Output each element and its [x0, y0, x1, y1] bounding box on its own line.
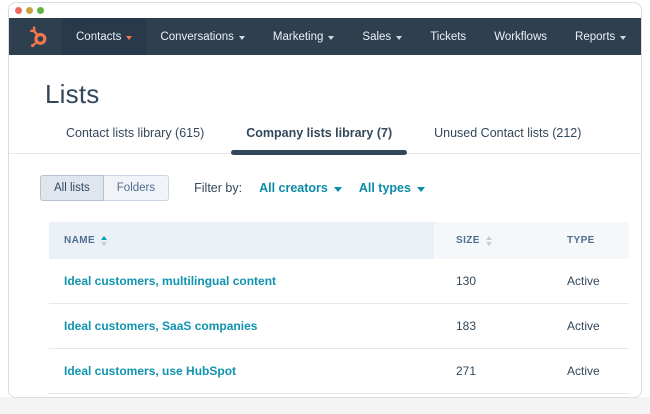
column-header-name[interactable]: NAME: [49, 222, 434, 259]
lists-table: NAME SIZE TYPE Ideal customers, multilin…: [49, 222, 629, 394]
list-size-value: 183: [434, 319, 544, 333]
chevron-down-icon: [328, 36, 334, 40]
nav-item-label: Marketing: [273, 31, 324, 43]
chevron-down-icon: [334, 187, 342, 192]
tab-bar: Contact lists library (615) Company list…: [9, 126, 641, 153]
table-header-row: NAME SIZE TYPE: [49, 222, 629, 259]
traffic-light-close-icon[interactable]: [15, 7, 22, 14]
column-header-label: TYPE: [567, 235, 595, 246]
chevron-down-icon: [396, 36, 402, 40]
list-name-link[interactable]: Ideal customers, SaaS companies: [49, 319, 434, 333]
table-row: Ideal customers, SaaS companies 183 Acti…: [49, 304, 629, 349]
nav-item-conversations[interactable]: Conversations: [146, 18, 259, 55]
column-header-label: NAME: [64, 235, 95, 246]
column-header-label: SIZE: [456, 235, 480, 246]
hubspot-logo[interactable]: [25, 18, 50, 55]
all-lists-toggle-button[interactable]: All lists: [40, 175, 104, 201]
chevron-down-icon: [417, 187, 425, 192]
list-size-value: 130: [434, 274, 544, 288]
all-creators-dropdown[interactable]: All creators: [259, 181, 342, 195]
table-row: Ideal customers, multilingual content 13…: [49, 259, 629, 304]
list-type-value: Active: [544, 274, 629, 288]
table-row: Ideal customers, use HubSpot 271 Active: [49, 349, 629, 394]
list-toolbar: All lists Folders Filter by: All creator…: [40, 175, 641, 201]
view-toggle-group: All lists Folders: [40, 175, 169, 201]
nav-item-tickets[interactable]: Tickets: [416, 18, 480, 55]
folders-toggle-button[interactable]: Folders: [104, 175, 169, 201]
list-size-value: 271: [434, 364, 544, 378]
nav-item-sales[interactable]: Sales: [348, 18, 416, 55]
nav-item-reports[interactable]: Reports: [561, 18, 640, 55]
sort-arrows-icon[interactable]: [486, 236, 492, 246]
nav-item-label: Workflows: [494, 31, 547, 43]
nav-item-marketing[interactable]: Marketing: [259, 18, 349, 55]
traffic-light-zoom-icon[interactable]: [37, 7, 44, 14]
tab-unused-contact-lists[interactable]: Unused Contact lists (212): [434, 126, 581, 153]
nav-item-label: Sales: [362, 31, 391, 43]
sort-arrows-icon[interactable]: [101, 236, 107, 246]
top-navbar: Contacts Conversations Marketing Sales T…: [9, 18, 641, 55]
page-title: Lists: [45, 79, 641, 110]
list-name-link[interactable]: Ideal customers, multilingual content: [49, 274, 434, 288]
sort-desc-icon: [486, 242, 492, 246]
nav-item-label: Reports: [575, 31, 615, 43]
all-types-dropdown[interactable]: All types: [359, 181, 425, 195]
chevron-down-icon: [239, 36, 245, 40]
nav-item-workflows[interactable]: Workflows: [480, 18, 561, 55]
window-titlebar: [9, 3, 641, 18]
filter-by-label: Filter by:: [194, 181, 242, 195]
list-type-value: Active: [544, 319, 629, 333]
traffic-light-minimize-icon[interactable]: [26, 7, 33, 14]
chevron-down-icon: [126, 36, 132, 40]
all-types-dropdown-value: All types: [359, 181, 411, 195]
sort-asc-icon: [101, 236, 107, 240]
list-type-value: Active: [544, 364, 629, 378]
sort-asc-icon: [486, 236, 492, 240]
nav-item-contacts[interactable]: Contacts: [62, 18, 146, 55]
nav-item-label: Contacts: [76, 31, 121, 43]
chevron-down-icon: [620, 36, 626, 40]
nav-item-label: Tickets: [430, 31, 466, 43]
sort-desc-icon: [101, 242, 107, 246]
list-name-link[interactable]: Ideal customers, use HubSpot: [49, 364, 434, 378]
tab-company-lists-library[interactable]: Company lists library (7): [246, 126, 392, 153]
browser-window: Contacts Conversations Marketing Sales T…: [8, 2, 642, 398]
page-background-strip: [0, 397, 650, 414]
column-header-size[interactable]: SIZE: [434, 222, 544, 259]
hubspot-sprocket-icon: [25, 24, 50, 49]
nav-item-label: Conversations: [160, 31, 234, 43]
tab-contact-lists-library[interactable]: Contact lists library (615): [66, 126, 204, 153]
column-header-type[interactable]: TYPE: [544, 222, 629, 259]
all-creators-dropdown-value: All creators: [259, 181, 328, 195]
